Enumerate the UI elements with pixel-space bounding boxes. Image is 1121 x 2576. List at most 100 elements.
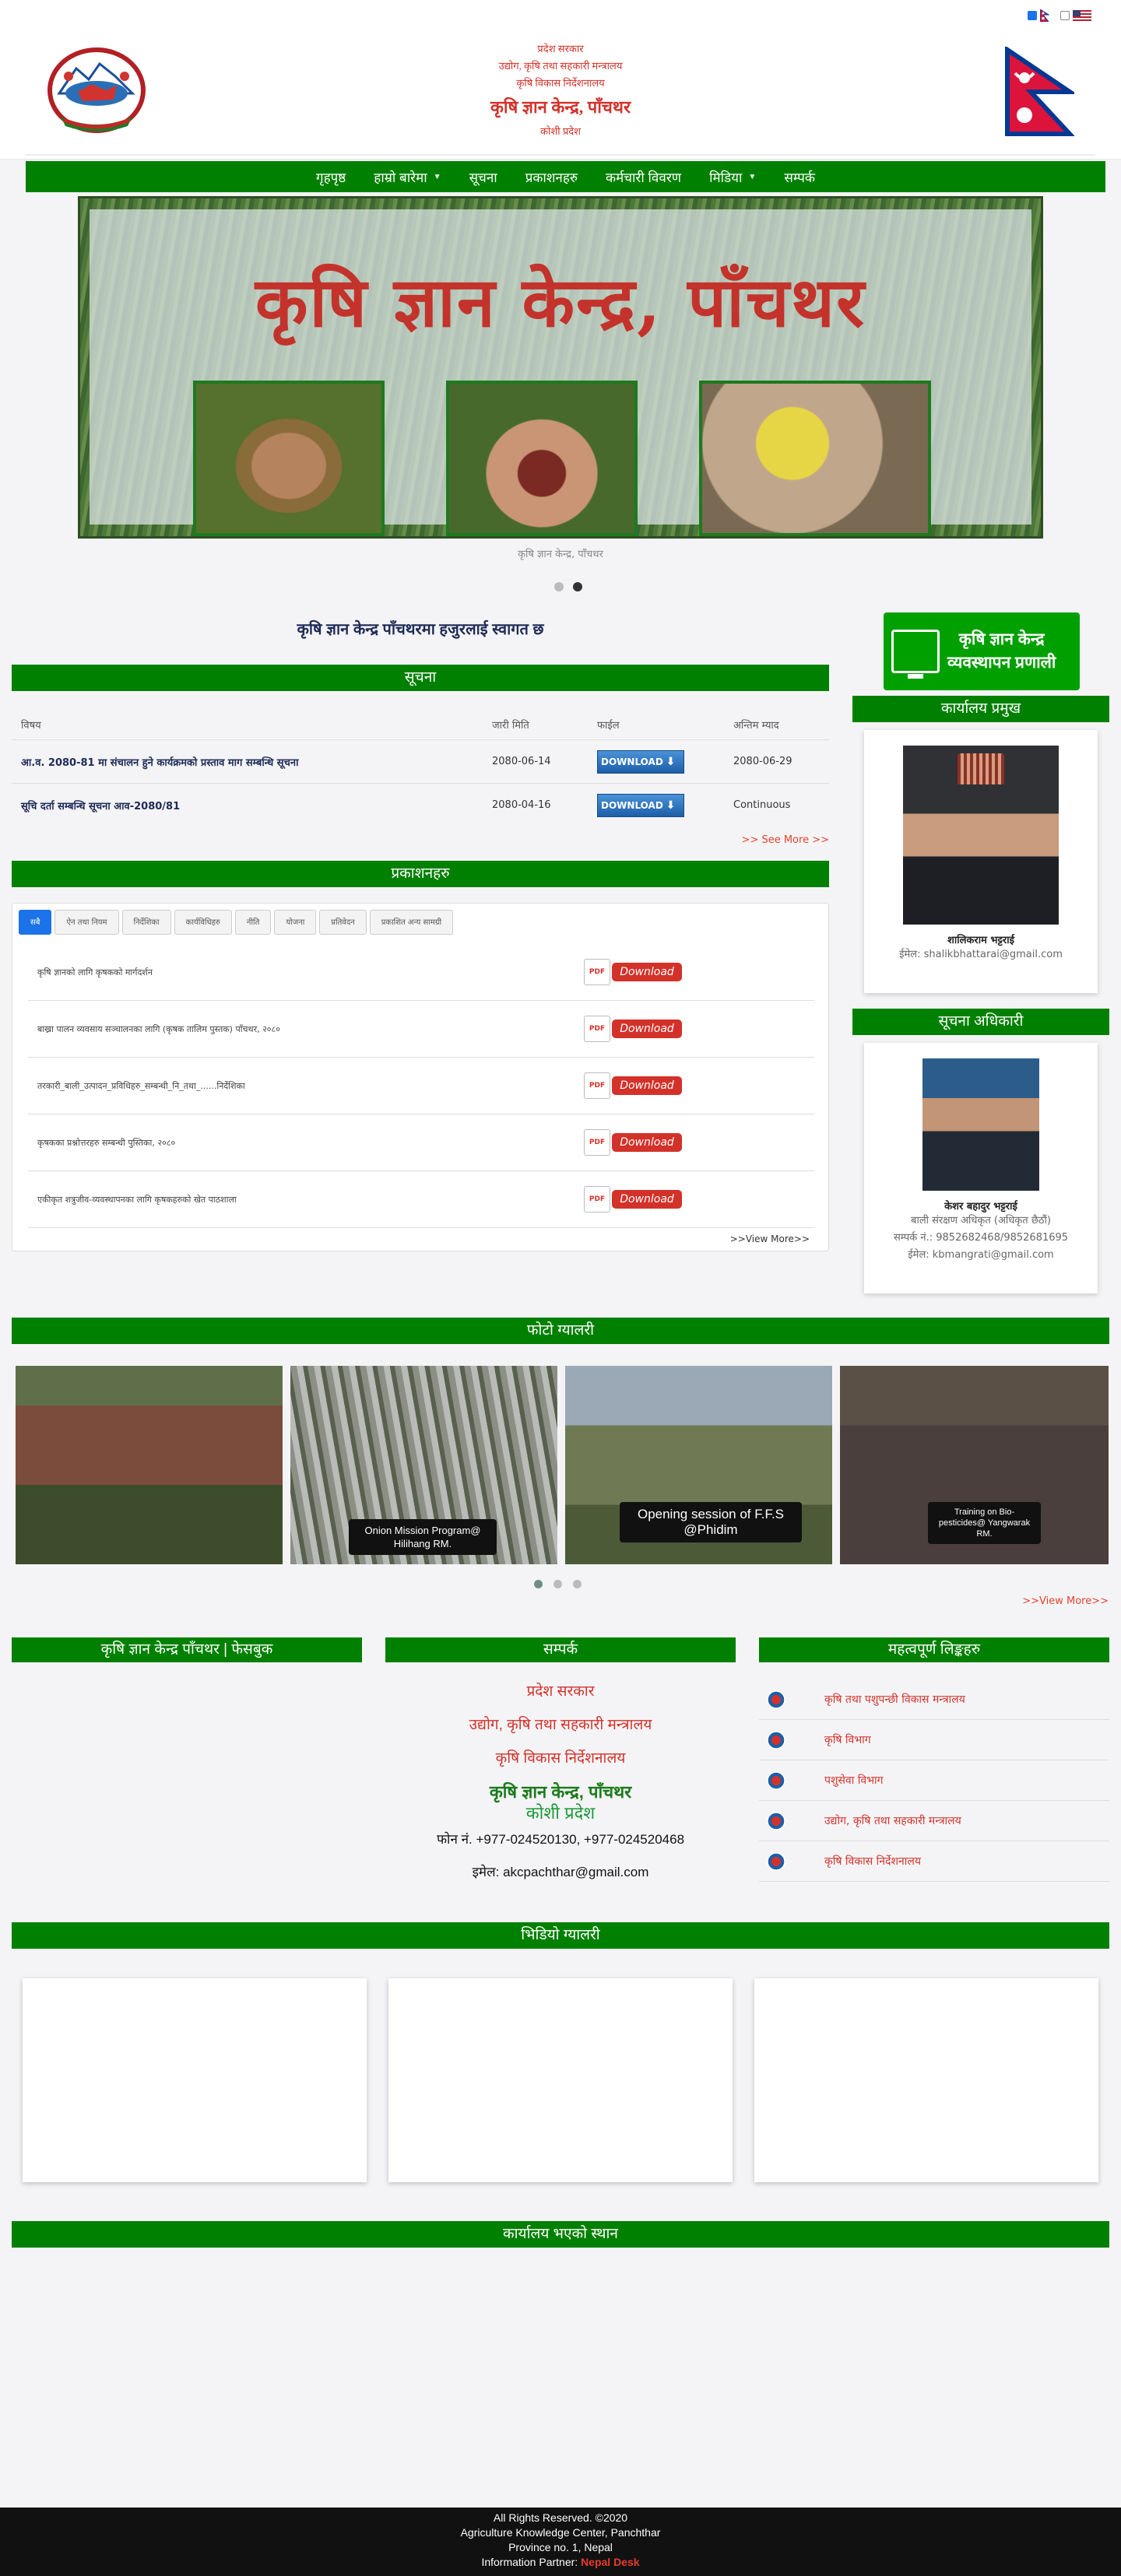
language-switcher (1028, 9, 1091, 22)
notice-table: विषय जारी मिति फाईल अन्तिम म्याद आ.व. 20… (12, 710, 829, 826)
contact-line-1: प्रदेश सरकार (526, 1683, 595, 1700)
footer-partner: Information Partner: Nepal Desk (0, 2555, 1121, 2570)
notice-date: 2080-06-14 (492, 756, 551, 767)
banner-photo (699, 381, 931, 536)
video-embed[interactable] (388, 1978, 733, 2182)
gallery-photo[interactable] (16, 1366, 283, 1564)
download-label: Download (612, 1133, 682, 1152)
tab-policy[interactable]: नीति (234, 910, 272, 935)
notice-subject[interactable]: सूचि दर्ता सम्बन्धि सूचना आव-2080/81 (21, 798, 492, 812)
list-item[interactable]: कृषि विकास निर्देशनालय (759, 1841, 1109, 1882)
pdf-download-button[interactable]: PDF Download (584, 1016, 682, 1042)
info-officer-photo (922, 1058, 1039, 1191)
contact-email[interactable]: इमेल: akcpachthar@gmail.com (385, 1856, 736, 1889)
nav-staff[interactable]: कर्मचारी विवरण (606, 168, 681, 186)
caret-down-icon: ▼ (433, 172, 441, 181)
gallery-dot-active[interactable] (534, 1580, 543, 1588)
nepal-emblem-icon (47, 47, 146, 133)
office-chief-name: शालिकराम भट्टराई (947, 935, 1014, 946)
us-flag-icon (1073, 10, 1091, 21)
gallery-view-more-link[interactable]: >>View More>> (1022, 1595, 1109, 1607)
gallery-dot[interactable] (553, 1580, 562, 1588)
download-label: DOWNLOAD (601, 799, 663, 811)
office-chief-heading: कार्यालय प्रमुख (852, 696, 1109, 722)
office-chief-card: शालिकराम भट्टराई ईमेल: shalikbhattarai@g… (864, 730, 1098, 993)
lang-english[interactable] (1060, 10, 1091, 21)
partner-link[interactable]: Nepal Desk (581, 2556, 639, 2568)
pdf-download-button[interactable]: PDF Download (584, 1186, 682, 1213)
tab-acts-rules[interactable]: ऐन तथा नियम (54, 910, 119, 935)
partner-label: Information Partner: (481, 2556, 578, 2568)
nepal-flag-icon (1040, 9, 1049, 22)
video-embed[interactable] (754, 1978, 1098, 2182)
emblem-icon (767, 1730, 785, 1750)
important-links-heading: महत्वपूर्ण लिङ्कहरु (759, 1637, 1109, 1662)
pdf-download-button[interactable]: PDF Download (584, 1129, 682, 1156)
link-label: कृषि विभाग (824, 1734, 871, 1746)
emblem-icon (767, 1771, 785, 1790)
notice-subject[interactable]: आ.व. 2080-81 मा संचालन हुने कार्यक्रमको … (21, 755, 492, 769)
nav-label: सम्पर्क (784, 170, 815, 185)
contact-heading: सम्पर्क (385, 1637, 736, 1662)
header-line-2: उद्योग, कृषि तथा सहकारी मन्त्रालय (498, 60, 623, 72)
tab-all[interactable]: सबै (19, 910, 52, 935)
phone-label: सम्पर्क नं.: (893, 1232, 933, 1244)
list-item[interactable]: उद्योग, कृषि तथा सहकारी मन्त्रालय (759, 1801, 1109, 1841)
publication-title: तरकारी_बाली_उत्पादन_प्रविधिहरु_सम्बन्धी_… (37, 1080, 245, 1091)
tab-procedures[interactable]: कार्यविधिहरु (174, 910, 232, 935)
notice-heading: सूचना (12, 665, 829, 691)
download-button[interactable]: DOWNLOAD ⬇ (597, 793, 684, 817)
download-button[interactable]: DOWNLOAD ⬇ (597, 749, 684, 774)
nav-contact[interactable]: सम्पर्क (784, 168, 815, 186)
list-item[interactable]: कृषि विभाग (759, 1720, 1109, 1760)
emblem-icon (767, 1851, 785, 1871)
header-line-1: प्रदेश सरकार (537, 43, 584, 54)
gallery-dot[interactable] (573, 1580, 582, 1588)
link-label: उद्योग, कृषि तथा सहकारी मन्त्रालय (824, 1815, 961, 1827)
email-value[interactable]: kbmangrati@gmail.com (933, 1249, 1054, 1261)
akc-button-label: कृषि ज्ञान केन्द्र व्यवस्थापन प्रणाली (947, 628, 1056, 675)
nav-label: मिडिया (709, 170, 743, 185)
checkbox-icon[interactable] (1060, 11, 1070, 20)
nav-label: प्रकाशनहरु (525, 170, 578, 185)
pdf-icon: PDF (584, 1186, 610, 1213)
info-officer-email: ईमेल: kbmangrati@gmail.com (864, 1247, 1098, 1264)
info-officer-card: केशर बहादुर भट्टराई बाली संरक्षण अधिकृत … (864, 1043, 1098, 1293)
nav-media[interactable]: मिडिया ▼ (709, 168, 756, 186)
nav-about[interactable]: हाम्रो बारेमा ▼ (374, 168, 441, 186)
tab-guidelines[interactable]: निर्देशिका (121, 910, 171, 935)
notice-deadline: Continuous (733, 799, 791, 811)
header-office-name: कृषि ज्ञान केन्द्र, पाँचथर (490, 97, 631, 117)
akc-line-2: व्यवस्थापन प्रणाली (947, 654, 1056, 672)
akc-line-1: कृषि ज्ञान केन्द्र (958, 630, 1045, 648)
view-more-link[interactable]: >>View More>> (730, 1234, 810, 1244)
akc-management-button[interactable]: कृषि ज्ञान केन्द्र व्यवस्थापन प्रणाली (884, 612, 1080, 690)
contact-phone: फोन नं. +977-024520130, +977-024520468 (436, 1832, 685, 1847)
column-header: जारी मिति (492, 720, 529, 732)
list-item: कृषकका प्रश्नोत्तरहरु सम्बन्धी पुस्तिका,… (28, 1114, 814, 1171)
nav-publications[interactable]: प्रकाशनहरु (525, 168, 578, 186)
welcome-heading: कृषि ज्ञान केन्द्र पाँचथरमा हजुरलाई स्वा… (297, 621, 544, 638)
lang-nepali[interactable] (1028, 9, 1049, 22)
video-embed[interactable] (23, 1978, 367, 2182)
pdf-download-button[interactable]: PDF Download (584, 959, 682, 985)
tab-other-materials[interactable]: प्रकाशित अन्य सामग्री (369, 910, 454, 935)
hero-slider[interactable]: कृषि ज्ञान केन्द्र, पाँचथर (78, 196, 1043, 539)
see-more-link[interactable]: >> See More >> (12, 834, 829, 846)
pdf-download-button[interactable]: PDF Download (584, 1072, 682, 1099)
checkbox-icon[interactable] (1028, 11, 1037, 20)
list-item[interactable]: कृषि तथा पशुपन्छी विकास मन्त्रालय (759, 1679, 1109, 1720)
tab-reports[interactable]: प्रतिवेदन (319, 910, 367, 935)
download-arrow-icon: ⬇ (666, 798, 676, 812)
emblem-icon (767, 1811, 785, 1830)
email-value[interactable]: shalikbhattarai@gmail.com (924, 949, 1063, 960)
list-item[interactable]: पशुसेवा विभाग (759, 1760, 1109, 1801)
slider-dot-active[interactable] (573, 582, 582, 591)
publication-title: कृषकका प्रश्नोत्तरहरु सम्बन्धी पुस्तिका,… (37, 1137, 176, 1148)
office-chief-email: ईमेल: shalikbhattarai@gmail.com (864, 946, 1098, 963)
table-row: आ.व. 2080-81 मा संचालन हुने कार्यक्रमको … (12, 739, 829, 783)
slider-dot[interactable] (554, 582, 564, 591)
nav-home[interactable]: गृहपृष्ठ (316, 168, 346, 186)
nav-notices[interactable]: सूचना (469, 168, 497, 186)
tab-plan[interactable]: योजना (274, 910, 317, 935)
